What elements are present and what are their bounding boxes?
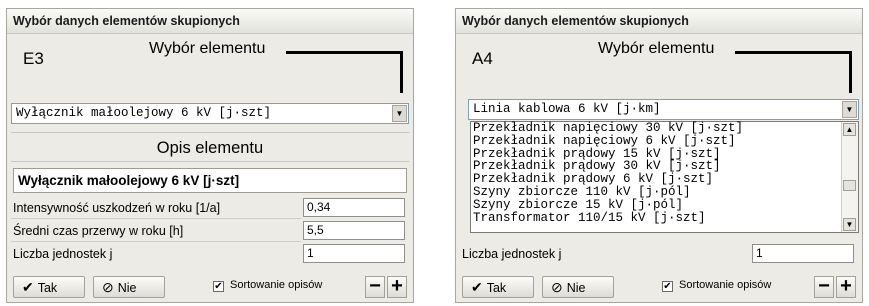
- header-connector-line-vertical: [400, 51, 403, 93]
- sort-checkbox[interactable]: ✔: [213, 281, 224, 292]
- failure-rate-label: Intensywność uszkodzeń w roku [1/a]: [13, 201, 221, 215]
- ok-label: Tak: [37, 281, 58, 295]
- unit-count-label: Liczba jednostek j: [13, 247, 113, 261]
- combo-value: Linia kablowa 6 kV [j·km]: [473, 102, 661, 116]
- description-field[interactable]: Wyłącznik małoolejowy 6 kV [j·szt]: [13, 168, 407, 193]
- dialog-left: Wybór danych elementów skupionych E3 Wyb…: [6, 8, 414, 303]
- cancel-label: Nie: [566, 281, 586, 295]
- unit-count-input[interactable]: 1: [752, 244, 854, 263]
- chevron-down-icon[interactable]: ▼: [842, 101, 857, 118]
- button-bar: ✔ Tak ⊘ Nie ✔ Sortowanie opisów − +: [7, 272, 413, 302]
- element-select-header: Wybór elementu: [598, 40, 715, 57]
- element-combo[interactable]: Linia kablowa 6 kV [j·km] ▼: [468, 99, 859, 120]
- description-header: Opis elementu: [156, 139, 264, 157]
- sort-label: Sortowanie opisów: [679, 279, 772, 291]
- list-item[interactable]: Przekładnik napięciowy 30 kV [j·szt]: [471, 122, 858, 135]
- cancel-label: Nie: [117, 281, 137, 295]
- unit-count-input[interactable]: 1: [303, 244, 405, 263]
- ok-label: Tak: [486, 281, 507, 295]
- ok-button[interactable]: ✔ Tak: [462, 276, 534, 298]
- divider: [11, 161, 409, 162]
- list-item[interactable]: Szyny zbiorcze 15 kV [j·pól]: [471, 198, 858, 212]
- scroll-down-icon[interactable]: ▼: [843, 218, 856, 231]
- row-separator: [11, 241, 301, 242]
- sort-label: Sortowanie opisów: [230, 279, 323, 291]
- element-select-header: Wybór elementu: [149, 40, 266, 57]
- checkmark-icon: ✔: [471, 279, 483, 295]
- list-item[interactable]: Transformator 110/15 kV [j·szt]: [471, 211, 858, 225]
- failure-rate-input[interactable]: 0,34: [303, 198, 405, 217]
- divider: [11, 132, 409, 133]
- header-connector-line-vertical: [849, 51, 852, 93]
- element-code: A4: [472, 49, 493, 68]
- element-code: E3: [23, 49, 44, 68]
- minus-button[interactable]: −: [365, 276, 385, 298]
- list-item[interactable]: Przekładnik napięciowy 6 kV [j·szt]: [471, 134, 858, 148]
- scroll-thumb[interactable]: [843, 180, 856, 191]
- plus-button[interactable]: +: [836, 276, 856, 298]
- checkmark-icon: ✔: [22, 279, 34, 295]
- combo-value: Wyłącznik małoolejowy 6 kV [j·szt]: [16, 106, 272, 120]
- outage-time-input[interactable]: 5,5: [303, 221, 405, 240]
- outage-time-label: Średni czas przerwy w roku [h]: [13, 224, 184, 238]
- element-dropdown-list[interactable]: Przekładnik napięciowy 30 kV [j·szt] Prz…: [470, 121, 859, 233]
- plus-button[interactable]: +: [387, 276, 407, 298]
- sort-checkbox[interactable]: ✔: [662, 281, 673, 292]
- cancel-circle-icon: ⊘: [551, 279, 563, 295]
- row-separator: [11, 218, 301, 219]
- list-item[interactable]: Szyny zbiorcze 110 kV [j·pól]: [471, 186, 858, 199]
- ok-button[interactable]: ✔ Tak: [13, 276, 85, 298]
- element-combo[interactable]: Wyłącznik małoolejowy 6 kV [j·szt] ▼: [11, 103, 409, 124]
- dialog-right: Wybór danych elementów skupionych A4 Wyb…: [455, 8, 863, 303]
- unit-count-label: Liczba jednostek j: [462, 247, 562, 261]
- button-bar: ✔ Tak ⊘ Nie ✔ Sortowanie opisów − +: [456, 272, 862, 302]
- window-title: Wybór danych elementów skupionych: [456, 9, 862, 34]
- dropdown-scrollbar[interactable]: ▲ ▼: [841, 122, 858, 232]
- cancel-button[interactable]: ⊘ Nie: [542, 276, 614, 298]
- scroll-up-icon[interactable]: ▲: [843, 123, 856, 136]
- window-title: Wybór danych elementów skupionych: [7, 9, 413, 34]
- minus-button[interactable]: −: [814, 276, 834, 298]
- header-connector-line: [735, 51, 852, 54]
- cancel-circle-icon: ⊘: [102, 279, 114, 295]
- chevron-down-icon[interactable]: ▼: [392, 105, 407, 122]
- cancel-button[interactable]: ⊘ Nie: [93, 276, 165, 298]
- header-connector-line: [286, 51, 403, 54]
